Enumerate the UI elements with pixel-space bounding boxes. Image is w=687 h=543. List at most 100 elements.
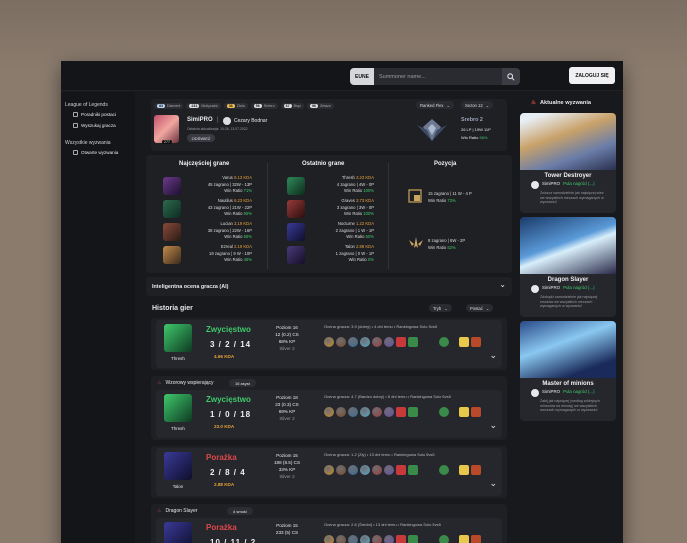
challenge-reward[interactable]: Pula nagród (...)	[563, 389, 594, 397]
rank-badge: 83 Diament	[154, 103, 184, 109]
sidebar-item-open-challenges[interactable]: Otwarte wyzwania	[73, 150, 118, 155]
item-icon	[459, 465, 469, 475]
queue-dropdown[interactable]: Ranked Flex ⌄	[416, 101, 455, 109]
rune-icon	[324, 535, 334, 543]
name-separator: |	[217, 117, 219, 123]
ward-icon	[439, 407, 449, 417]
search-input[interactable]: Summoner name...	[374, 74, 502, 80]
trophy-icon	[73, 150, 78, 155]
champion-portrait	[164, 394, 192, 422]
challenge-reward[interactable]: Pula nagród (...)	[563, 181, 594, 189]
season-label: Sezon 12	[465, 102, 483, 108]
match-description: Ocena gracza: 1.2 (Zły) • 13 dni temu • …	[324, 452, 435, 457]
last-updated: Ostatnia aktualizacja: 10:26, 13.07.2022	[187, 127, 248, 131]
match-row[interactable]: Thresh Zwycięstwo 1 / 0 / 18 23.0 KDA Po…	[156, 390, 502, 438]
sidebar-section-lol: League of Legends	[65, 102, 108, 108]
match-level: Poziom 18	[276, 395, 298, 400]
match-items	[324, 535, 418, 543]
champion-name: Varus	[222, 175, 233, 180]
champion-name: Thresh	[171, 426, 185, 431]
rune-icon	[360, 535, 370, 543]
avatar	[531, 389, 539, 397]
win-ratio-label: Win Ratio	[428, 244, 447, 250]
champion-filter[interactable]: Postać ⌄	[466, 304, 494, 312]
match-tag: ♨ Wzorowy wspierający	[157, 380, 214, 386]
owner-avatar	[223, 117, 231, 125]
challenge-reward[interactable]: Pula nagród (...)	[563, 285, 594, 293]
match-card[interactable]: Talon Porażka 2 / 8 / 4 2.88 KDA Poziom …	[151, 446, 507, 498]
match-cs: 188 (8.5) CS	[273, 460, 301, 465]
match-kda: 3 / 2 / 14	[210, 340, 252, 349]
rune-icon	[372, 337, 382, 347]
match-rank: Silver 2	[279, 474, 295, 479]
region-select[interactable]: EUNE	[350, 68, 374, 85]
match-items	[324, 337, 418, 347]
winrate-label: Win Ratio	[461, 135, 479, 140]
match-card[interactable]: ♨ Wzorowy wspierający 16 asyst Thresh Zwy…	[151, 376, 507, 440]
ai-rating-card[interactable]: Inteligentna ocena gracza (AI) ⌄	[146, 277, 512, 296]
rank-badge: 96 Żelazo	[306, 103, 334, 109]
champion-stat-row: Ezreal 2.19 KDA 19 zagrano | 9 W - 10P Win…	[192, 244, 252, 264]
refresh-button[interactable]: ODŚWIEŻ	[187, 134, 215, 142]
rune-icon	[384, 535, 394, 543]
rank-name: Srebro 2	[461, 117, 483, 123]
challenge-card[interactable]: Dragon Slayer SimiPRO Pula nagród (...) Z…	[520, 217, 616, 317]
item-icon	[471, 407, 481, 417]
item-icon	[459, 535, 469, 543]
search-button[interactable]	[502, 68, 520, 85]
rune-icon	[360, 337, 370, 347]
challenge-card[interactable]: Tower Destroyer SimiPRO Pula nagród (...)…	[520, 113, 616, 213]
profile-card: 83 Diament 231 Multyzabó 36 Złoto 56 Srebro 67 Br…	[151, 99, 507, 151]
champion-portrait[interactable]	[287, 177, 305, 195]
item-icon	[471, 337, 481, 347]
champion-filter-label: Postać	[470, 305, 483, 311]
champion-portrait[interactable]	[163, 200, 181, 218]
chevron-down-icon[interactable]: ⌄	[489, 350, 497, 361]
champion-portrait[interactable]	[163, 246, 181, 264]
match-row[interactable]: Porażka 10 / 11 / 2 Poziom 15 233 (5) CS …	[156, 518, 502, 543]
rune-icon	[372, 535, 382, 543]
match-result: Zwycięstwo	[206, 325, 251, 334]
sidebar-item-search-player[interactable]: Wyszukaj gracza	[73, 123, 116, 128]
match-kda-ratio: 4.66 KDA	[214, 354, 235, 359]
rank-badge: 231 Multyzabó	[186, 103, 221, 109]
match-cs: 233 (5) CS	[275, 530, 299, 535]
rune-icon	[348, 465, 358, 475]
badge-label: Srebro	[263, 104, 275, 108]
spell-icon	[396, 337, 406, 347]
match-row[interactable]: Talon Porażka 2 / 8 / 4 2.88 KDA Poziom …	[156, 448, 502, 496]
match-row[interactable]: Thresh Zwycięstwo 3 / 2 / 14 4.66 KDA Po…	[156, 320, 502, 368]
season-dropdown[interactable]: Sezon 12 ⌄	[461, 101, 494, 109]
champion-stat-row: Talon 2.88 KDA 1 zagrano | 0 W - 1P Win Ra…	[314, 244, 374, 264]
challenge-description: Zabij jak najwięcej (według zdobytych mi…	[540, 399, 600, 413]
match-trinkets	[439, 535, 481, 543]
champion-games: 3 zagrano | 3W - 0P	[336, 204, 374, 210]
champion-portrait[interactable]	[163, 177, 181, 195]
avatar	[531, 181, 539, 189]
rune-icon	[336, 535, 346, 543]
mode-filter[interactable]: Tryb ⌄	[429, 304, 452, 312]
match-stats: Poziom 18 23 (0.3) CS 69% KP Silver 2	[265, 394, 309, 422]
champion-portrait[interactable]	[163, 223, 181, 241]
challenge-card[interactable]: Master of minions SimiPRO Pula nagród (..…	[520, 321, 616, 421]
chevron-down-icon[interactable]: ⌄	[489, 420, 497, 431]
champion-portrait[interactable]	[287, 223, 305, 241]
champion-portrait[interactable]	[287, 246, 305, 264]
chevron-down-icon[interactable]: ⌄	[489, 478, 497, 489]
match-card[interactable]: ♨ Dragon Slayer 4 smoki Porażka 10 / 11 /…	[151, 504, 507, 543]
champion-portrait[interactable]	[287, 200, 305, 218]
match-stats: Poziom 16 12 (0.2) CS 68% KP Silver 2	[265, 324, 309, 352]
chevron-down-icon[interactable]: ⌄	[499, 280, 506, 289]
match-level: Poziom 16	[276, 325, 298, 330]
search-bar[interactable]: EUNE Summoner name...	[350, 68, 520, 85]
sidebar-item-label: Otwarte wyzwania	[81, 150, 119, 155]
login-button[interactable]: ZALOGUJ SIĘ	[569, 67, 615, 84]
match-rank: Silver 2	[279, 416, 295, 421]
challenge-owner: SimiPRO Pula nagród (...)	[531, 181, 616, 189]
champion-kda: 2.19 KDA	[234, 244, 252, 249]
match-card[interactable]: Thresh Zwycięstwo 3 / 2 / 14 4.66 KDA Po…	[151, 318, 507, 370]
rune-icon	[360, 465, 370, 475]
sidebar-item-guides[interactable]: Poradniki postaci	[73, 112, 116, 117]
champion-name: Thresh	[171, 356, 185, 361]
match-tag-badge: 4 smoki	[227, 507, 253, 515]
